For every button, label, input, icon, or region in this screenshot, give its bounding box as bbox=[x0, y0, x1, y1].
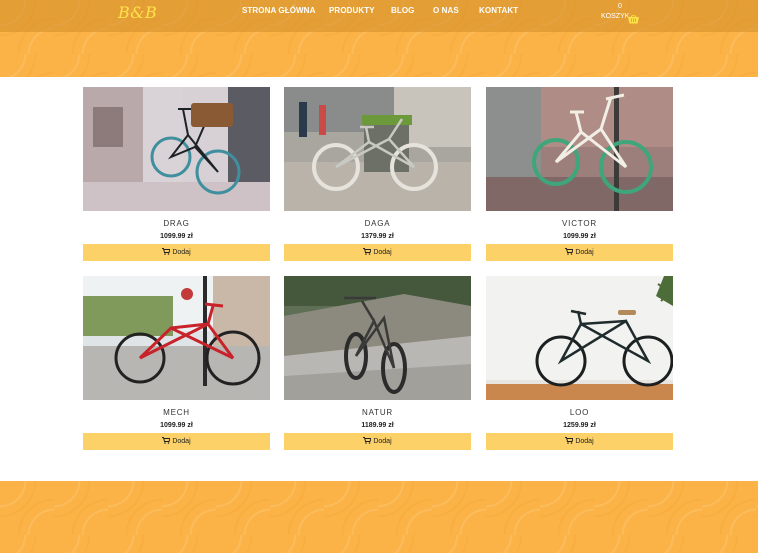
add-to-cart-label: Dodaj bbox=[373, 249, 392, 256]
cart-icon bbox=[162, 437, 172, 446]
product-image[interactable] bbox=[486, 276, 673, 400]
product-price: 1189.99 zł bbox=[361, 422, 394, 429]
cart-label: KOSZYK bbox=[601, 13, 630, 20]
product-name: NATUR bbox=[362, 408, 393, 417]
add-to-cart-label: Dodaj bbox=[575, 249, 594, 256]
product-price: 1099.99 zł bbox=[160, 233, 193, 240]
product-image[interactable] bbox=[83, 87, 270, 211]
cart-icon bbox=[565, 248, 575, 257]
cart-icon bbox=[363, 437, 373, 446]
product-image[interactable] bbox=[486, 87, 673, 211]
main-nav: STRONA GŁÓWNA PRODUKTY BLOG O NAS KONTAK… bbox=[0, 0, 758, 22]
cart-icon bbox=[162, 248, 172, 257]
add-to-cart-label: Dodaj bbox=[373, 438, 392, 445]
add-to-cart-button[interactable]: Dodaj bbox=[486, 433, 673, 450]
add-to-cart-label: Dodaj bbox=[172, 249, 191, 256]
product-price: 1259.99 zł bbox=[563, 422, 596, 429]
cart-count: 0 bbox=[618, 3, 622, 10]
product-price: 1099.99 zł bbox=[160, 422, 193, 429]
product-name: MECH bbox=[163, 408, 190, 417]
nav-item-about[interactable]: O NAS bbox=[433, 6, 459, 15]
cart-icon bbox=[565, 437, 575, 446]
product-image[interactable] bbox=[284, 276, 471, 400]
cart-button[interactable]: 0 KOSZYK bbox=[601, 3, 641, 25]
nav-item-home[interactable]: STRONA GŁÓWNA bbox=[242, 6, 315, 15]
cart-icon bbox=[363, 248, 373, 257]
product-price: 1099.99 zł bbox=[563, 233, 596, 240]
shopping-basket-icon bbox=[628, 11, 639, 29]
product-name: DAGA bbox=[364, 219, 391, 228]
nav-item-contact[interactable]: KONTAKT bbox=[479, 6, 518, 15]
product-name: VICTOR bbox=[562, 219, 597, 228]
product-price: 1379.99 zł bbox=[361, 233, 394, 240]
product-name: LOO bbox=[569, 408, 590, 417]
add-to-cart-label: Dodaj bbox=[575, 438, 594, 445]
add-to-cart-button[interactable]: Dodaj bbox=[83, 433, 270, 450]
add-to-cart-label: Dodaj bbox=[172, 438, 191, 445]
product-image[interactable] bbox=[83, 276, 270, 400]
nav-item-blog[interactable]: BLOG bbox=[391, 6, 415, 15]
add-to-cart-button[interactable]: Dodaj bbox=[284, 433, 471, 450]
add-to-cart-button[interactable]: Dodaj bbox=[83, 244, 270, 261]
add-to-cart-button[interactable]: Dodaj bbox=[486, 244, 673, 261]
product-name: DRAG bbox=[163, 219, 190, 228]
footer-banner bbox=[0, 481, 758, 553]
nav-item-products[interactable]: PRODUKTY bbox=[329, 6, 375, 15]
add-to-cart-button[interactable]: Dodaj bbox=[284, 244, 471, 261]
product-image[interactable] bbox=[284, 87, 471, 211]
